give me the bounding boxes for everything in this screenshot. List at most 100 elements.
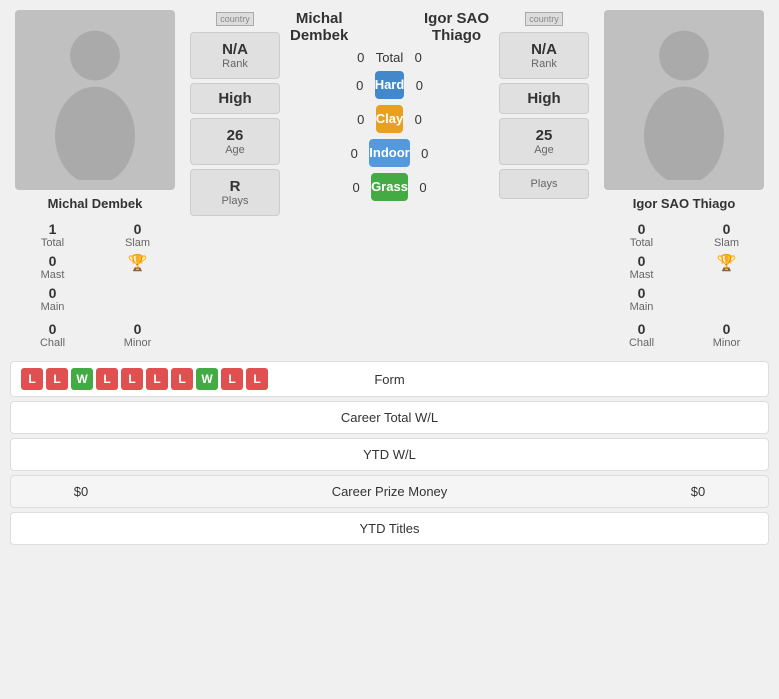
- ytd-titles-row: YTD Titles: [10, 512, 769, 545]
- player2-age-val: 25: [512, 127, 576, 144]
- player2-mast-val: 0: [599, 253, 684, 269]
- h2h-total-label: Total: [376, 50, 403, 65]
- career-total-label: Career Total W/L: [141, 410, 638, 425]
- player2-slam-val: 0: [684, 221, 769, 237]
- player2-age-box: 25 Age: [499, 118, 589, 165]
- player1-main-cell: 0 Main: [10, 283, 95, 315]
- h2h-center-block: Michal Dembek Igor SAO Thiago 0 Total 0 …: [290, 10, 489, 351]
- player1-total-val: 1: [10, 221, 95, 237]
- player1-minor-val: 0: [95, 321, 180, 337]
- player1-trophy-cell: 🏆: [95, 251, 180, 283]
- player1-stats2: 0 Chall 0 Minor: [10, 319, 180, 351]
- player1-trophy-icon: 🏆: [95, 253, 180, 273]
- player2-info-block: country N/A Rank High 25 Age Plays: [494, 10, 594, 351]
- player2-plays-lbl: Plays: [512, 178, 576, 190]
- h2h-hard-p1: 0: [345, 78, 375, 93]
- h2h-total-p1: 0: [346, 50, 376, 65]
- player1-main-lbl: Main: [10, 301, 95, 313]
- player2-age-lbl: Age: [512, 144, 576, 156]
- player2-minor-val: 0: [684, 321, 769, 337]
- player1-slam-lbl: Slam: [95, 237, 180, 249]
- form-label: Form: [330, 372, 450, 387]
- player2-block: Igor SAO Thiago 0 Total 0 Slam 0 Mast 🏆: [599, 10, 769, 351]
- bottom-section: LLWLLLLWLL Form Career Total W/L YTD W/L…: [0, 361, 779, 559]
- form-badge-8: L: [221, 368, 243, 390]
- player2-total-lbl: Total: [599, 237, 684, 249]
- h2h-indoor-p2: 0: [410, 146, 440, 161]
- player2-high-val: High: [512, 90, 576, 107]
- form-badge-9: L: [246, 368, 268, 390]
- player2-name: Igor SAO Thiago: [633, 196, 736, 211]
- player2-total-cell: 0 Total: [599, 219, 684, 251]
- form-badge-7: W: [196, 368, 218, 390]
- form-badge-5: L: [146, 368, 168, 390]
- player1-mast-val: 0: [10, 253, 95, 269]
- h2h-clay-btn[interactable]: Clay: [376, 105, 403, 133]
- player2-main-cell: 0 Main: [599, 283, 684, 315]
- player2-slam-lbl: Slam: [684, 237, 769, 249]
- h2h-p1-name: Michal Dembek: [290, 10, 348, 44]
- career-total-row: Career Total W/L: [10, 401, 769, 434]
- player2-rank-lbl: Rank: [512, 58, 576, 70]
- form-badge-4: L: [121, 368, 143, 390]
- player2-trophy-cell: 🏆: [684, 251, 769, 283]
- player2-mast-lbl: Mast: [599, 269, 684, 281]
- ytd-wl-label: YTD W/L: [141, 447, 638, 462]
- ytd-wl-row: YTD W/L: [10, 438, 769, 471]
- h2h-grass-btn[interactable]: Grass: [371, 173, 408, 201]
- h2h-hard-row: 0 Hard 0: [345, 71, 435, 99]
- form-badge-1: L: [46, 368, 68, 390]
- h2h-p2-name: Igor SAO Thiago: [424, 10, 489, 44]
- player1-plays-lbl: Plays: [203, 195, 267, 207]
- player2-stats: 0 Total 0 Slam 0 Mast 🏆 0 Main: [599, 219, 769, 315]
- h2h-grass-row: 0 Grass 0: [341, 173, 438, 201]
- player2-chall-val: 0: [599, 321, 684, 337]
- player2-photo: [604, 10, 764, 190]
- player2-chall-cell: 0 Chall: [599, 319, 684, 351]
- player2-rank-val: N/A: [512, 41, 576, 58]
- player1-rank-lbl: Rank: [203, 58, 267, 70]
- player1-age-lbl: Age: [203, 144, 267, 156]
- player2-high-box: High: [499, 83, 589, 114]
- h2h-hard-p2: 0: [404, 78, 434, 93]
- player1-slam-cell: 0 Slam: [95, 219, 180, 251]
- player2-chall-lbl: Chall: [599, 337, 684, 349]
- player2-trophy-icon: 🏆: [684, 253, 769, 273]
- player2-stats2: 0 Chall 0 Minor: [599, 319, 769, 351]
- player2-plays-box: Plays: [499, 169, 589, 199]
- player1-age-val: 26: [203, 127, 267, 144]
- h2h-clay-p2: 0: [403, 112, 433, 127]
- player1-block: Michal Dembek 1 Total 0 Slam 0 Mast 🏆: [10, 10, 180, 351]
- form-badge-2: W: [71, 368, 93, 390]
- player1-total-cell: 1 Total: [10, 219, 95, 251]
- player1-main-val: 0: [10, 285, 95, 301]
- h2h-grass-p2: 0: [408, 180, 438, 195]
- h2h-grass-p1: 0: [341, 180, 371, 195]
- form-row: LLWLLLLWLL Form: [10, 361, 769, 397]
- player1-country-flag: country: [216, 12, 254, 26]
- player2-main-lbl: Main: [599, 301, 684, 313]
- h2h-indoor-row: 0 Indoor 0: [339, 139, 439, 167]
- player1-plays-val: R: [203, 178, 267, 195]
- h2h-total-row: 0 Total 0: [346, 50, 433, 65]
- player1-chall-val: 0: [10, 321, 95, 337]
- player1-rank-box: N/A Rank: [190, 32, 280, 79]
- player2-minor-cell: 0 Minor: [684, 319, 769, 351]
- player1-slam-val: 0: [95, 221, 180, 237]
- h2h-indoor-btn[interactable]: Indoor: [369, 139, 409, 167]
- h2h-clay-row: 0 Clay 0: [346, 105, 433, 133]
- player1-plays-box: R Plays: [190, 169, 280, 216]
- player1-high-box: High: [190, 83, 280, 114]
- player2-total-val: 0: [599, 221, 684, 237]
- player1-high-val: High: [203, 90, 267, 107]
- player2-country-flag: country: [525, 12, 563, 26]
- ytd-titles-label: YTD Titles: [141, 521, 638, 536]
- form-badge-3: L: [96, 368, 118, 390]
- top-area: Michal Dembek 1 Total 0 Slam 0 Mast 🏆: [0, 0, 779, 361]
- prize-money-left: $0: [21, 484, 141, 499]
- player1-chall-cell: 0 Chall: [10, 319, 95, 351]
- prize-money-row: $0 Career Prize Money $0: [10, 475, 769, 508]
- h2h-hard-btn[interactable]: Hard: [375, 71, 405, 99]
- form-badge-0: L: [21, 368, 43, 390]
- player1-rank-val: N/A: [203, 41, 267, 58]
